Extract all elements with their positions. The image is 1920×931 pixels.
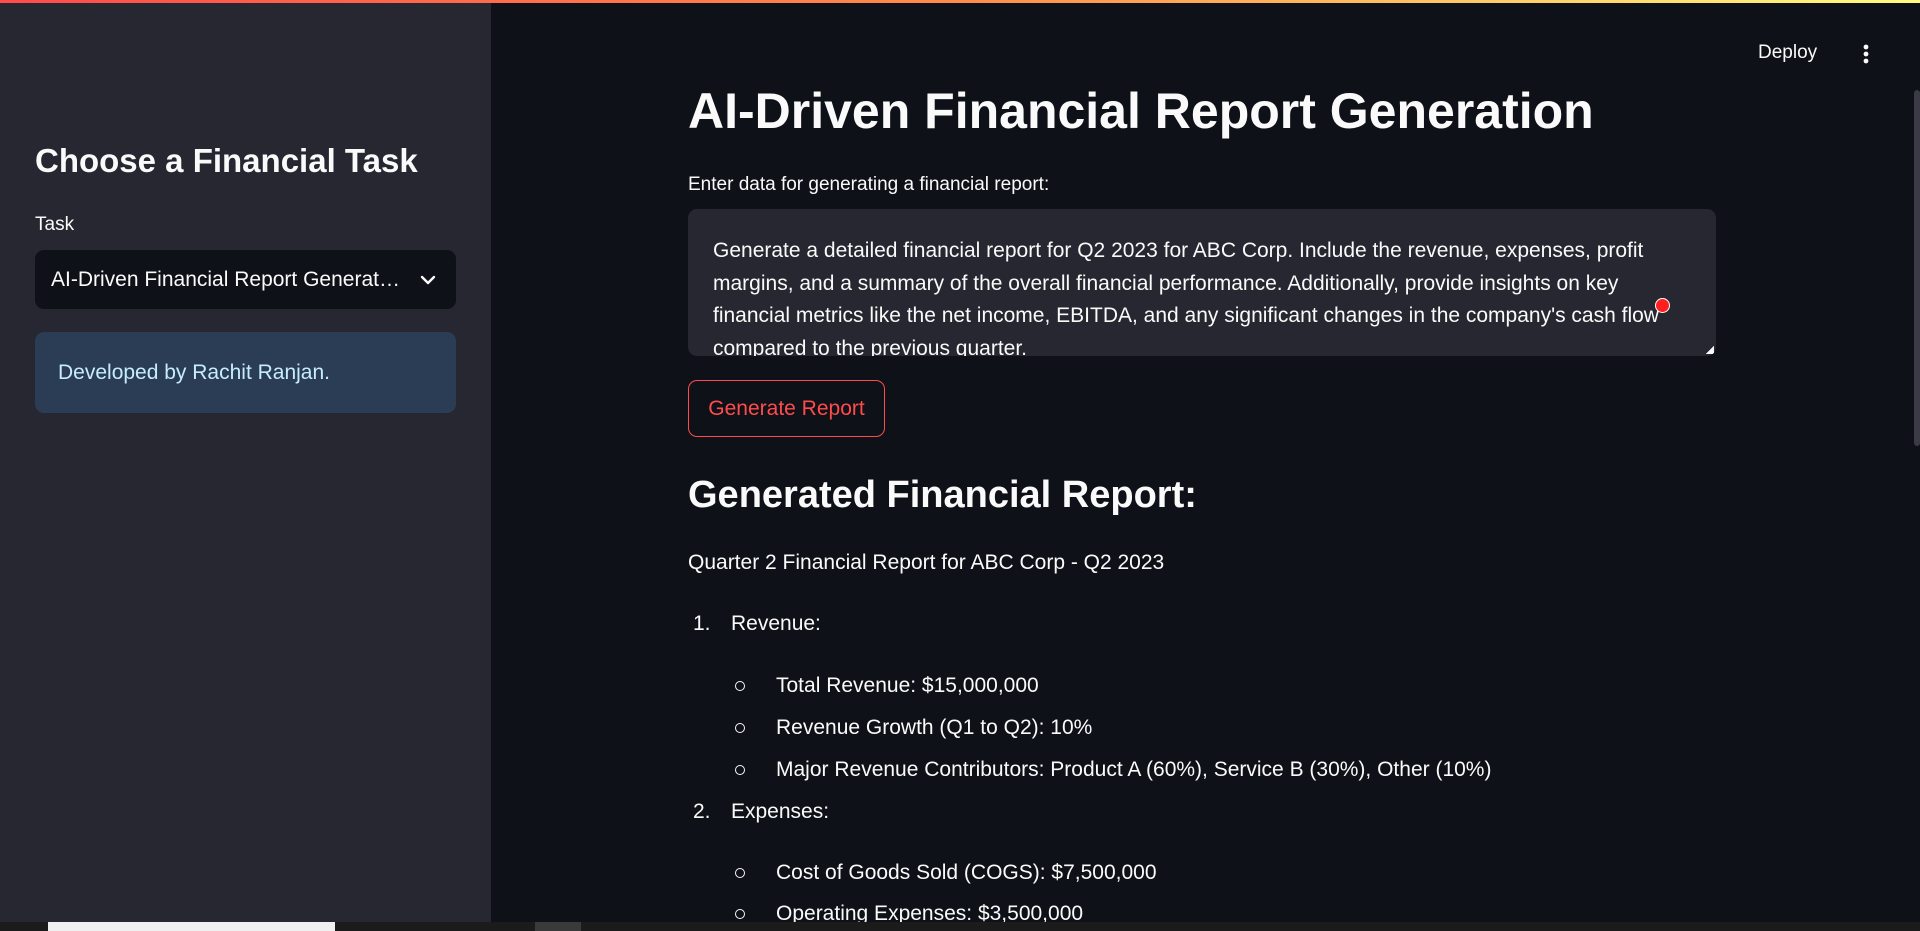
bullet-text: Total Revenue: $15,000,000 — [776, 674, 1039, 697]
info-box: Developed by Rachit Ranjan. — [35, 332, 456, 413]
list-item: Revenue Growth (Q1 to Q2): 10% — [733, 716, 1092, 740]
sidebar-title: Choose a Financial Task — [35, 142, 418, 179]
bullet-icon — [735, 909, 745, 919]
sidebar: Choose a Financial Task Task AI-Driven F… — [0, 0, 491, 922]
task-label: Task — [35, 214, 75, 235]
taskbar-app-icon[interactable] — [535, 922, 581, 931]
bullet-text: Revenue Growth (Q1 to Q2): 10% — [776, 716, 1093, 739]
report-heading: Generated Financial Report: — [688, 474, 1197, 516]
vertical-dots-icon[interactable] — [1854, 40, 1878, 68]
bullet-icon — [735, 868, 745, 878]
taskbar-search-box[interactable] — [48, 922, 335, 931]
page-title: AI-Driven Financial Report Generation — [688, 83, 1594, 139]
page-scrollbar[interactable] — [1914, 90, 1920, 446]
report-input-value: Generate a detailed financial report for… — [713, 239, 1659, 356]
list-item: Cost of Goods Sold (COGS): $7,500,000 — [733, 861, 1157, 885]
bullet-icon — [735, 765, 745, 775]
pointer-cursor-icon — [1655, 298, 1670, 313]
report-input-textarea[interactable]: Generate a detailed financial report for… — [688, 209, 1716, 356]
generate-report-button[interactable]: Generate Report — [688, 380, 885, 437]
list-item: Total Revenue: $15,000,000 — [733, 674, 1039, 698]
bullet-text: Cost of Goods Sold (COGS): $7,500,000 — [776, 861, 1157, 884]
bullet-text: Major Revenue Contributors: Product A (6… — [776, 758, 1492, 781]
deploy-button[interactable]: Deploy — [1752, 38, 1823, 68]
bullet-icon — [735, 723, 745, 733]
task-select[interactable]: AI-Driven Financial Report Generation — [35, 250, 456, 309]
input-label: Enter data for generating a financial re… — [688, 174, 1050, 195]
top-decoration-bar — [0, 0, 1920, 3]
list-item-expenses: 2. Expenses: — [693, 800, 829, 824]
list-item: Major Revenue Contributors: Product A (6… — [733, 758, 1491, 782]
list-number: 2. — [693, 800, 711, 823]
chevron-down-icon — [416, 268, 440, 292]
task-select-value: AI-Driven Financial Report Generation — [51, 267, 404, 291]
list-label: Revenue: — [731, 612, 821, 635]
resize-handle-icon[interactable] — [1706, 346, 1714, 354]
list-item-revenue: 1. Revenue: — [693, 612, 821, 636]
list-label: Expenses: — [731, 800, 830, 823]
report-intro: Quarter 2 Financial Report for ABC Corp … — [688, 551, 1165, 574]
bullet-icon — [735, 681, 745, 691]
info-text: Developed by Rachit Ranjan. — [58, 360, 330, 384]
list-number: 1. — [693, 612, 711, 635]
